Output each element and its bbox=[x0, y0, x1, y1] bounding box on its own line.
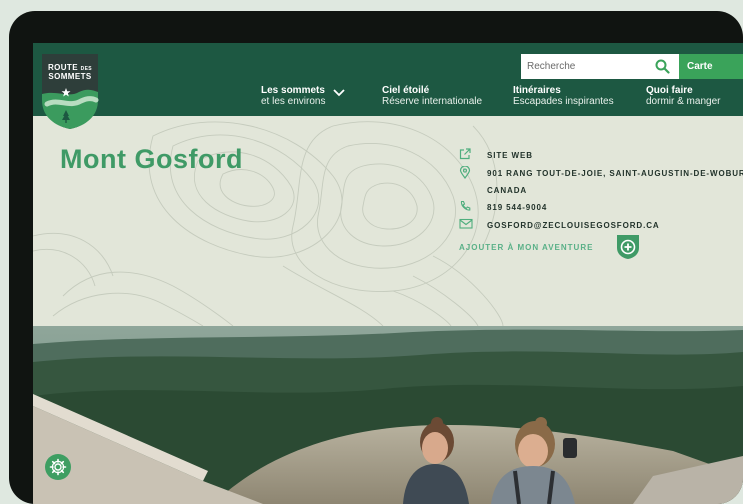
phone-icon bbox=[460, 200, 471, 211]
nav-item-sublabel: et les environs bbox=[261, 96, 326, 107]
search-input[interactable] bbox=[521, 54, 646, 79]
map-button-label: Carte bbox=[687, 61, 713, 72]
gear-icon bbox=[49, 458, 67, 476]
external-link-icon bbox=[459, 148, 471, 160]
add-to-adventure-link[interactable]: AJOUTER À MON AVENTURE bbox=[459, 243, 593, 252]
search-box bbox=[521, 54, 679, 79]
phone-text: 819 544-9004 bbox=[487, 203, 548, 212]
nav-item-label: Les sommets bbox=[261, 85, 325, 96]
place-header-section: Mont Gosford SITE WEB 901 RANG TOUT-DE-J… bbox=[33, 116, 743, 326]
mountain-hikers-photo bbox=[33, 326, 743, 504]
website-label: SITE WEB bbox=[487, 151, 533, 160]
logo-text-line2: SOMMETS bbox=[48, 72, 92, 81]
page-title: Mont Gosford bbox=[60, 144, 243, 174]
cookie-settings-button[interactable] bbox=[45, 454, 71, 480]
country-text: CANADA bbox=[487, 186, 528, 195]
site-header: Les sommets et les environs Ciel étoilé … bbox=[33, 43, 743, 116]
nav-item-sublabel: Réserve internationale bbox=[382, 96, 483, 107]
search-icon[interactable] bbox=[655, 59, 670, 74]
nav-item-quoi-faire[interactable]: Quoi faire dormir & manger bbox=[646, 85, 720, 107]
device-frame: Les sommets et les environs Ciel étoilé … bbox=[9, 11, 743, 504]
location-pin-icon bbox=[459, 166, 471, 179]
nav-item-sublabel: dormir & manger bbox=[646, 96, 721, 107]
nav-item-itineraires[interactable]: Itinéraires Escapades inspirantes bbox=[513, 85, 614, 107]
nav-item-label: Quoi faire bbox=[646, 85, 693, 96]
map-button[interactable]: Carte bbox=[679, 54, 743, 79]
address-text: 901 RANG TOUT-DE-JOIE, SAINT-AUGUSTIN-DE… bbox=[487, 169, 743, 178]
hero-photo bbox=[33, 326, 743, 504]
browser-screen: Les sommets et les environs Ciel étoilé … bbox=[33, 43, 743, 504]
site-logo[interactable]: ROUTE DES SOMMETS bbox=[39, 54, 101, 130]
nav-item-ciel-etoile[interactable]: Ciel étoilé Réserve internationale bbox=[382, 85, 482, 107]
add-to-adventure-button[interactable] bbox=[616, 234, 640, 260]
nav-item-label: Ciel étoilé bbox=[382, 85, 430, 96]
envelope-icon bbox=[459, 218, 473, 229]
email-text: GOSFORD@ZECLOUISEGOSFORD.CA bbox=[487, 221, 660, 230]
nav-item-sublabel: Escapades inspirantes bbox=[513, 96, 614, 107]
nav-item-label: Itinéraires bbox=[513, 85, 561, 96]
nav-item-les-sommets[interactable]: Les sommets et les environs bbox=[261, 85, 325, 107]
chevron-down-icon[interactable] bbox=[333, 89, 345, 97]
